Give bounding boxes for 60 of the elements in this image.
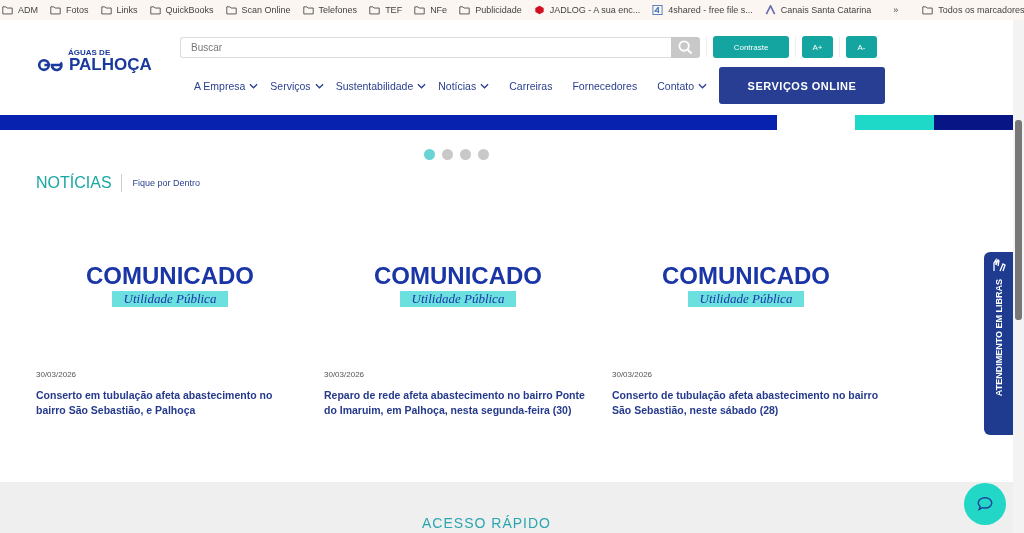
news-image[interactable]: COMUNICADO Utilidade Pública xyxy=(612,239,880,329)
number-icon xyxy=(652,5,664,15)
bookmark-link[interactable]: Scan Online xyxy=(225,5,291,15)
section-title: ACESSO RÁPIDO xyxy=(422,515,551,531)
folder-icon xyxy=(149,5,161,15)
news-title-link[interactable]: Conserto em tubulação afeta abastecimento no bairro São Sebastião, e Palhoça xyxy=(36,388,304,418)
folder-icon xyxy=(225,5,237,15)
nav-menu-item[interactable]: Sustentabilidade xyxy=(335,79,427,92)
news-date: 30/03/2026 xyxy=(36,370,78,379)
hands-icon xyxy=(990,257,1007,273)
bookmark-link[interactable]: Fotos xyxy=(50,5,89,15)
search-icon xyxy=(678,39,693,55)
libras-service-tab[interactable]: ATENDIMENTO EM LIBRAS xyxy=(984,252,1013,435)
logo-mark-icon xyxy=(37,58,65,72)
bookmark-link[interactable]: Telefones xyxy=(302,5,358,15)
folder-icon xyxy=(414,5,426,15)
carousel-dot[interactable] xyxy=(478,149,489,160)
folder-icon xyxy=(50,5,61,15)
bookmark-link[interactable]: NFe xyxy=(414,5,448,15)
bookmark-link[interactable]: 4shared - free file s... xyxy=(652,5,753,15)
carousel-dot[interactable] xyxy=(460,149,471,160)
section-subtitle: Fique por Dentro xyxy=(132,178,201,188)
folder-icon xyxy=(369,5,381,15)
bookmark-link[interactable]: TEF xyxy=(369,5,403,15)
chevron-logo-icon xyxy=(764,5,776,15)
scrollbar[interactable] xyxy=(1013,20,1024,533)
online-services-button[interactable]: SERVIÇOS ONLINE xyxy=(719,67,885,104)
news-image[interactable]: COMUNICADO Utilidade Pública xyxy=(36,239,304,329)
bookmark-link[interactable]: Links xyxy=(100,5,138,15)
news-title-link[interactable]: Reparo de rede afeta abastecimento no bairro Ponte do Imaruim, em Palhoça, nesta segunda-feira (30) xyxy=(324,388,592,418)
nav-menu-item[interactable]: Notícias xyxy=(438,79,490,92)
bookmark-link[interactable]: Canais Santa Catarina xyxy=(764,5,872,15)
carousel-dot[interactable] xyxy=(424,149,435,160)
section-title: NOTÍCIAS xyxy=(36,174,122,192)
bookmark-link[interactable]: Publicidade xyxy=(459,5,522,15)
folder-icon xyxy=(2,5,13,15)
nav-menu-item[interactable]: Contato xyxy=(657,79,707,92)
news-date: 30/03/2026 xyxy=(612,370,654,379)
bookmark-link[interactable]: QuickBooks xyxy=(149,5,214,15)
folder-icon xyxy=(302,5,314,15)
bookmark-link[interactable]: JADLOG - A sua enc... xyxy=(533,5,641,15)
bookmark-link[interactable]: ADM xyxy=(2,5,38,15)
search-field[interactable]: Buscar xyxy=(180,36,671,58)
more-bookmarks-button[interactable]: » xyxy=(893,5,899,15)
nav-menu-item[interactable]: Serviços xyxy=(270,79,324,92)
news-date: 30/03/2026 xyxy=(324,370,366,379)
folder-icon xyxy=(922,5,934,15)
nav-menu-item[interactable]: Carreiras xyxy=(509,79,553,92)
logo[interactable]: ÁGUAS DE PALHOÇA xyxy=(37,48,180,75)
news-image[interactable]: COMUNICADO Utilidade Pública xyxy=(324,239,592,329)
search-button[interactable] xyxy=(671,36,700,58)
cube-icon xyxy=(533,5,545,15)
news-title-link[interactable]: Conserto de tubulação afeta abastecimento no bairro São Sebastião, neste sábado (28) xyxy=(612,388,880,418)
nav-menu-item[interactable]: A Empresa xyxy=(194,79,259,92)
folder-icon xyxy=(100,5,112,15)
chat-bubble-icon xyxy=(976,495,994,513)
all-bookmarks-link[interactable]: Todos os marcadores xyxy=(922,5,1024,15)
nav-menu-item[interactable]: Fornecedores xyxy=(572,79,638,92)
folder-icon xyxy=(459,5,471,15)
carousel-dot[interactable] xyxy=(442,149,453,160)
